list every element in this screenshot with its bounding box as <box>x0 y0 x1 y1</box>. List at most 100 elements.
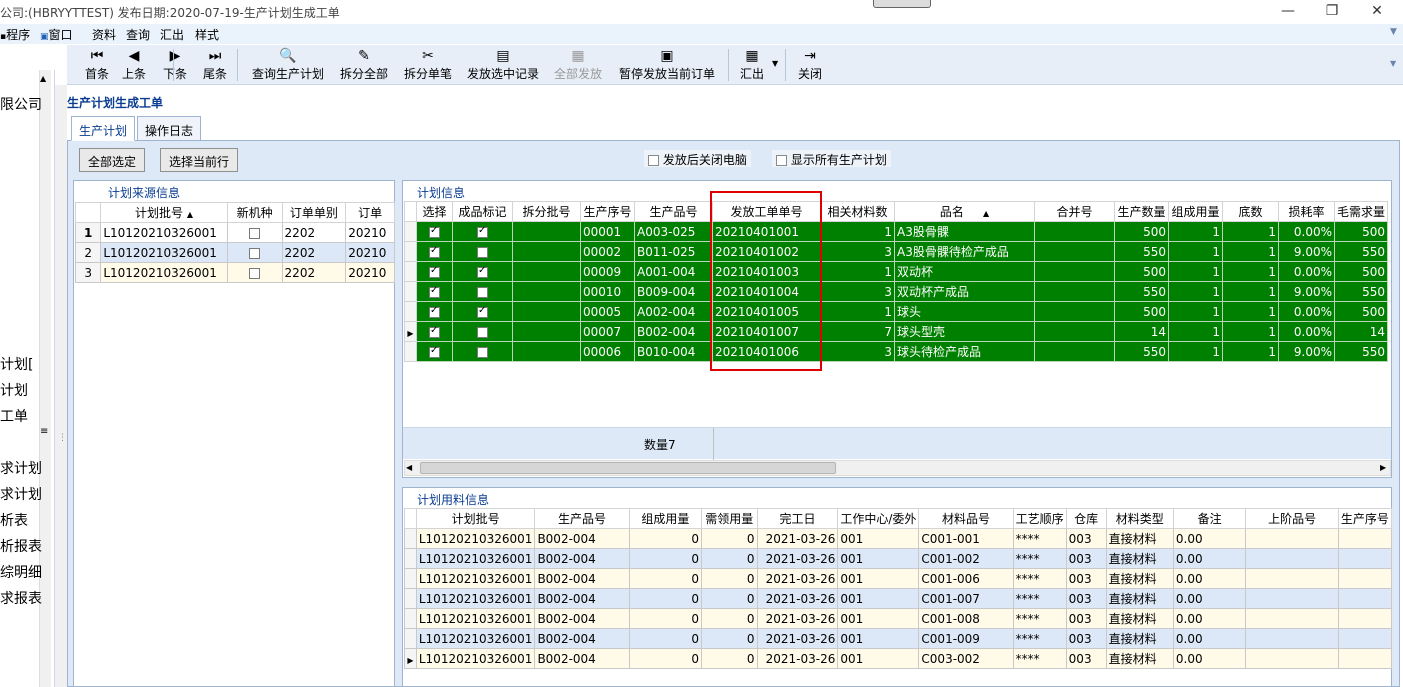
process-cell[interactable]: **** <box>1012 628 1067 649</box>
toolbar-chevron-icon[interactable]: ▼ <box>1390 59 1396 68</box>
gross-cell[interactable]: 500 <box>1333 261 1389 282</box>
usage-cell[interactable]: 1 <box>1168 281 1223 302</box>
table-row[interactable]: L10120210326001 B002-004 0 0 2021-03-26 001 C0… <box>404 608 1392 629</box>
mat-type-cell[interactable]: 直接材料 <box>1105 648 1174 669</box>
need-cell[interactable]: 0 <box>701 588 758 609</box>
warehouse-cell[interactable]: 003 <box>1065 648 1107 669</box>
table-row[interactable]: 00002B011-025202104010023A3股骨髁待检产成品55011… <box>404 241 1389 262</box>
related-mat-cell[interactable]: 7 <box>820 321 895 342</box>
item-cell[interactable]: B002-004 <box>534 528 630 549</box>
toolbar-close-door-button[interactable]: ⇥ 关闭 <box>793 47 827 83</box>
note-cell[interactable]: 0.00 <box>1172 648 1247 669</box>
col-warehouse[interactable]: 仓库 <box>1065 508 1107 529</box>
mat-type-cell[interactable]: 直接材料 <box>1105 528 1174 549</box>
finish-date-cell[interactable]: 2021-03-26 <box>756 528 839 549</box>
table-row[interactable]: 1 L10120210326001 2202 20210 <box>75 222 395 243</box>
col-work-center[interactable]: 工作中心/委外 <box>837 508 920 529</box>
base-cell[interactable]: 1 <box>1222 321 1279 342</box>
plan-batch-cell[interactable]: L10120210326001 <box>415 648 536 669</box>
left-nav-item[interactable]: 求计划 <box>0 458 42 478</box>
loss-cell[interactable]: 0.00% <box>1278 221 1335 242</box>
process-cell[interactable]: **** <box>1012 548 1067 569</box>
plan-batch-cell[interactable]: L10120210326001 <box>415 528 536 549</box>
related-mat-cell[interactable]: 1 <box>820 301 895 322</box>
split-cell[interactable] <box>512 221 581 242</box>
select-checkbox[interactable] <box>429 345 440 358</box>
toolbar-last-record-button[interactable]: ⏭ 尾条 <box>197 47 233 83</box>
item-cell[interactable]: B002-004 <box>534 628 630 649</box>
finished-checkbox[interactable] <box>477 346 488 358</box>
related-mat-cell[interactable]: 1 <box>820 221 895 242</box>
restore-button[interactable]: ❐ <box>1322 2 1342 20</box>
name-cell[interactable]: 双动杯 <box>894 261 1035 282</box>
left-nav-item[interactable]: 计划 <box>0 380 28 400</box>
need-cell[interactable]: 0 <box>701 648 758 669</box>
item-cell[interactable]: B002-004 <box>534 608 630 629</box>
finished-cell[interactable] <box>452 341 513 362</box>
item-cell[interactable]: B011-025 <box>634 241 713 262</box>
split-cell[interactable] <box>512 261 581 282</box>
material-cell[interactable]: C001-002 <box>918 548 1014 569</box>
warehouse-cell[interactable]: 003 <box>1065 528 1107 549</box>
mat-type-cell[interactable]: 直接材料 <box>1105 568 1174 589</box>
base-cell[interactable]: 1 <box>1222 301 1279 322</box>
col-plan-batch[interactable]: 计划批号 <box>415 508 536 529</box>
parent-item-cell[interactable] <box>1245 528 1339 549</box>
col-finished-flag[interactable]: 成品标记 <box>452 201 513 222</box>
toolbar-release-all-button[interactable]: ▦ 全部发放 <box>552 47 604 83</box>
process-cell[interactable]: **** <box>1012 648 1067 669</box>
finished-cell[interactable] <box>452 241 513 262</box>
col-seq[interactable]: 生产序号 <box>1337 508 1392 529</box>
parent-item-cell[interactable] <box>1245 628 1339 649</box>
table-row[interactable]: ▶ L10120210326001 B002-004 0 0 2021-03-26 001 C… <box>404 648 1392 669</box>
item-cell[interactable]: B002-004 <box>534 588 630 609</box>
scroll-up-icon[interactable]: ▲ <box>40 74 46 83</box>
seq-cell[interactable] <box>1337 588 1392 609</box>
material-cell[interactable]: C001-007 <box>918 588 1014 609</box>
item-cell[interactable]: A002-004 <box>634 301 713 322</box>
col-qty[interactable]: 生产数量 <box>1114 201 1169 222</box>
need-cell[interactable]: 0 <box>701 568 758 589</box>
select-checkbox[interactable] <box>429 285 440 298</box>
gross-cell[interactable]: 550 <box>1333 241 1389 262</box>
related-mat-cell[interactable]: 1 <box>820 261 895 282</box>
toolbar-split-single-button[interactable]: ✂ 拆分单笔 <box>400 47 456 83</box>
order-cell[interactable]: 20210 <box>345 242 395 263</box>
note-cell[interactable]: 0.00 <box>1172 548 1247 569</box>
item-cell[interactable]: B010-004 <box>634 341 713 362</box>
col-select[interactable]: 选择 <box>416 201 453 222</box>
left-nav-item[interactable]: 限公司 <box>0 94 42 114</box>
base-cell[interactable]: 1 <box>1222 241 1279 262</box>
order-type-cell[interactable]: 2202 <box>281 222 347 243</box>
col-plan-batch[interactable]: 计划批号 ▲ <box>100 202 228 223</box>
seq-cell[interactable]: 00006 <box>580 341 635 362</box>
seq-cell[interactable]: 00001 <box>580 221 635 242</box>
item-cell[interactable]: A001-004 <box>634 261 713 282</box>
left-nav-item[interactable]: 析报表 <box>0 536 42 556</box>
checkbox-box[interactable] <box>776 155 787 166</box>
select-cell[interactable] <box>416 321 453 342</box>
col-base[interactable]: 底数 <box>1222 201 1279 222</box>
col-order-type[interactable]: 订单单别 <box>281 202 347 223</box>
finished-cell[interactable] <box>452 261 513 282</box>
name-cell[interactable]: A3股骨髁待检产成品 <box>894 241 1035 262</box>
loss-cell[interactable]: 9.00% <box>1278 241 1335 262</box>
minimize-button[interactable]: — <box>1278 2 1298 20</box>
finish-date-cell[interactable]: 2021-03-26 <box>756 648 839 669</box>
menu-program[interactable]: ▪程序 <box>0 26 30 43</box>
col-note[interactable]: 备注 <box>1172 508 1247 529</box>
item-cell[interactable]: B002-004 <box>534 548 630 569</box>
seq-cell[interactable] <box>1337 648 1392 669</box>
mat-type-cell[interactable]: 直接材料 <box>1105 628 1174 649</box>
merge-cell[interactable] <box>1034 281 1115 302</box>
name-cell[interactable]: 球头型壳 <box>894 321 1035 342</box>
table-row[interactable]: 00010B009-004202104010043双动杯产成品550119.00… <box>404 281 1389 302</box>
merge-cell[interactable] <box>1034 321 1115 342</box>
mat-type-cell[interactable]: 直接材料 <box>1105 548 1174 569</box>
toolbar-first-record-button[interactable]: ⏮ 首条 <box>83 47 111 83</box>
mat-type-cell[interactable]: 直接材料 <box>1105 608 1174 629</box>
plan-batch-cell[interactable]: L10120210326001 <box>100 242 228 263</box>
work-center-cell[interactable]: 001 <box>837 608 920 629</box>
finished-checkbox[interactable] <box>477 246 488 258</box>
mat-type-cell[interactable]: 直接材料 <box>1105 588 1174 609</box>
